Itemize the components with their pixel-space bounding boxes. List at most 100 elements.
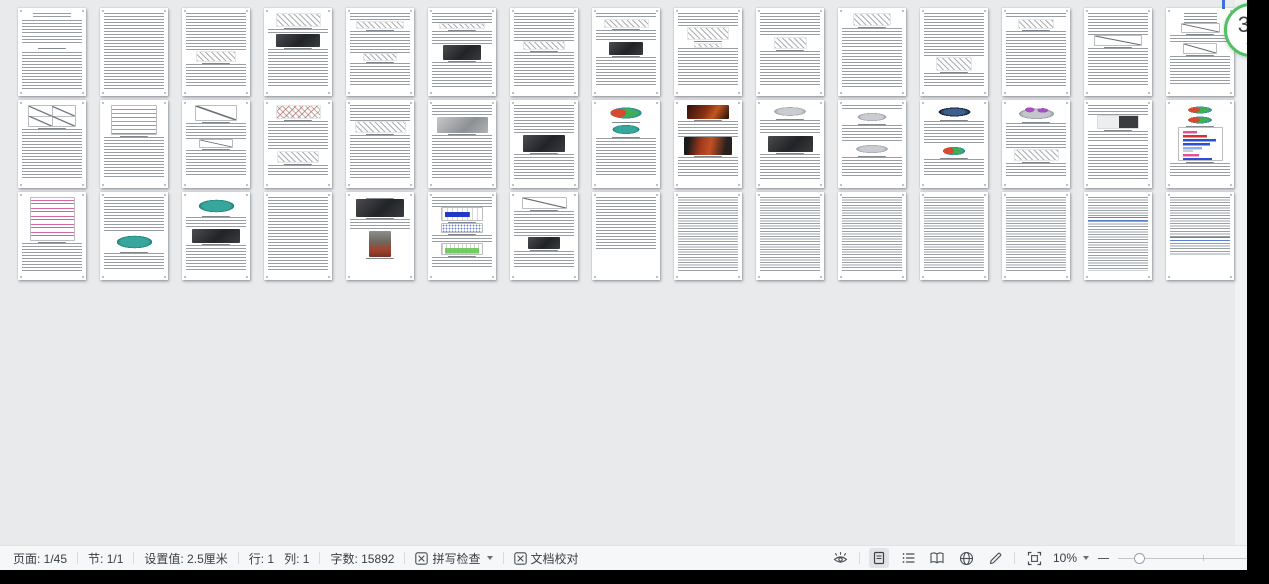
page-thumbnail-36[interactable] — [428, 192, 496, 280]
page-thumbnail-33[interactable] — [182, 192, 250, 280]
text-block — [678, 48, 738, 87]
page-thumbnail-11[interactable] — [838, 8, 906, 96]
page-thumbnail-16[interactable] — [18, 100, 86, 188]
fit-page-button[interactable] — [1024, 548, 1044, 568]
line-indicator: 行: 1 — [249, 550, 274, 567]
page-thumbnail-37[interactable] — [510, 192, 578, 280]
page-thumbnail-5[interactable] — [346, 8, 414, 96]
figure-drawing — [936, 57, 972, 71]
download-float-badge[interactable]: 37 ↓ 0 — [1224, 3, 1247, 57]
page-thumbnail-34[interactable] — [264, 192, 332, 280]
page-thumbnail-27[interactable] — [920, 100, 988, 188]
text-block — [924, 159, 984, 177]
vertical-scrollbar[interactable] — [1235, 0, 1247, 545]
page-thumbnail-24[interactable] — [674, 100, 742, 188]
page-thumbnail-18[interactable] — [182, 100, 250, 188]
page-thumbnail-2[interactable] — [100, 8, 168, 96]
page-thumbnail-32[interactable] — [100, 192, 168, 280]
page-view-button[interactable] — [869, 548, 889, 568]
figure-photo-red — [687, 105, 729, 119]
read-view-button[interactable] — [927, 548, 947, 568]
page-thumbnail-45[interactable] — [1166, 192, 1234, 280]
page-indicator[interactable]: 页面: 1/45 — [13, 550, 67, 567]
page-thumbnail-21[interactable] — [428, 100, 496, 188]
page-thumbnail-28[interactable] — [1002, 100, 1070, 188]
text-block — [432, 105, 492, 117]
web-view-button[interactable] — [956, 548, 976, 568]
gap-block — [1170, 255, 1230, 271]
zoom-slider-handle[interactable] — [1134, 553, 1145, 564]
proofread-button[interactable]: 文档校对 — [514, 550, 579, 567]
divider — [133, 552, 134, 564]
text-block — [432, 257, 492, 267]
page-thumbnail-10[interactable] — [756, 8, 824, 96]
text-block — [186, 245, 246, 271]
page-thumbnail-41[interactable] — [838, 192, 906, 280]
figure-drawing — [687, 27, 729, 40]
page-thumbnail-4[interactable] — [264, 8, 332, 96]
page-thumbnail-42[interactable] — [920, 192, 988, 280]
figure-drawing — [196, 51, 237, 62]
text-block — [924, 73, 984, 87]
page-grid — [18, 8, 1234, 280]
zoom-out-button[interactable] — [1098, 553, 1109, 564]
page-thumbnail-6[interactable] — [428, 8, 496, 96]
eye-protection-button[interactable] — [830, 548, 850, 568]
text-block — [22, 147, 82, 179]
text-block — [268, 197, 328, 271]
text-block — [268, 165, 328, 177]
zoom-slider[interactable] — [1118, 546, 1247, 571]
figure-drawing — [853, 13, 891, 26]
refs-block — [1088, 197, 1148, 217]
page-thumbnail-3[interactable] — [182, 8, 250, 96]
page-thumbnail-43[interactable] — [1002, 192, 1070, 280]
page-thumbnail-17[interactable] — [100, 100, 168, 188]
figure-cad-grey — [769, 105, 811, 118]
refs-block — [1170, 197, 1230, 237]
page-thumbnail-19[interactable] — [264, 100, 332, 188]
page-thumbnail-39[interactable] — [674, 192, 742, 280]
word-count[interactable]: 字数: 15892 — [330, 550, 394, 567]
text-block — [186, 13, 246, 51]
document-canvas[interactable]: 37 ↓ 0 — [0, 0, 1247, 545]
page-thumbnail-29[interactable] — [1084, 100, 1152, 188]
page-thumbnail-26[interactable] — [838, 100, 906, 188]
figure-chart — [199, 139, 234, 148]
text-block — [104, 253, 164, 271]
page-thumbnail-14[interactable] — [1084, 8, 1152, 96]
page-thumbnail-23[interactable] — [592, 100, 660, 188]
page-thumbnail-7[interactable] — [510, 8, 578, 96]
page-thumbnail-12[interactable] — [920, 8, 988, 96]
page-thumbnail-22[interactable] — [510, 100, 578, 188]
text-block — [678, 13, 738, 27]
page-thumbnail-20[interactable] — [346, 100, 414, 188]
page-thumbnail-44[interactable] — [1084, 192, 1152, 280]
badge-circle: 37 ↓ 0 — [1224, 3, 1247, 57]
text-block — [514, 13, 574, 41]
text-block — [1088, 105, 1148, 115]
annotate-button[interactable] — [985, 548, 1005, 568]
text-block — [350, 135, 410, 179]
text-block — [432, 135, 492, 179]
zoom-level-dropdown[interactable]: 10% — [1053, 551, 1089, 565]
outline-view-button[interactable] — [898, 548, 918, 568]
text-block — [350, 105, 410, 121]
page-thumbnail-25[interactable] — [756, 100, 824, 188]
figure-chart — [1183, 43, 1218, 54]
page-thumbnail-9[interactable] — [674, 8, 742, 96]
divider — [404, 552, 405, 564]
figure-photo-grey — [437, 117, 488, 133]
page-thumbnail-31[interactable] — [18, 192, 86, 280]
page-thumbnail-30[interactable] — [1166, 100, 1234, 188]
page-thumbnail-38[interactable] — [592, 192, 660, 280]
figure-chart4 — [28, 105, 76, 127]
spell-check-button[interactable]: 拼写检查 — [415, 550, 492, 567]
figure-cad-color — [605, 105, 647, 121]
page-thumbnail-1[interactable] — [18, 8, 86, 96]
page-thumbnail-13[interactable] — [1002, 8, 1070, 96]
proofread-icon — [514, 552, 527, 565]
figure-drawing — [277, 151, 319, 163]
page-thumbnail-8[interactable] — [592, 8, 660, 96]
page-thumbnail-40[interactable] — [756, 192, 824, 280]
page-thumbnail-35[interactable] — [346, 192, 414, 280]
